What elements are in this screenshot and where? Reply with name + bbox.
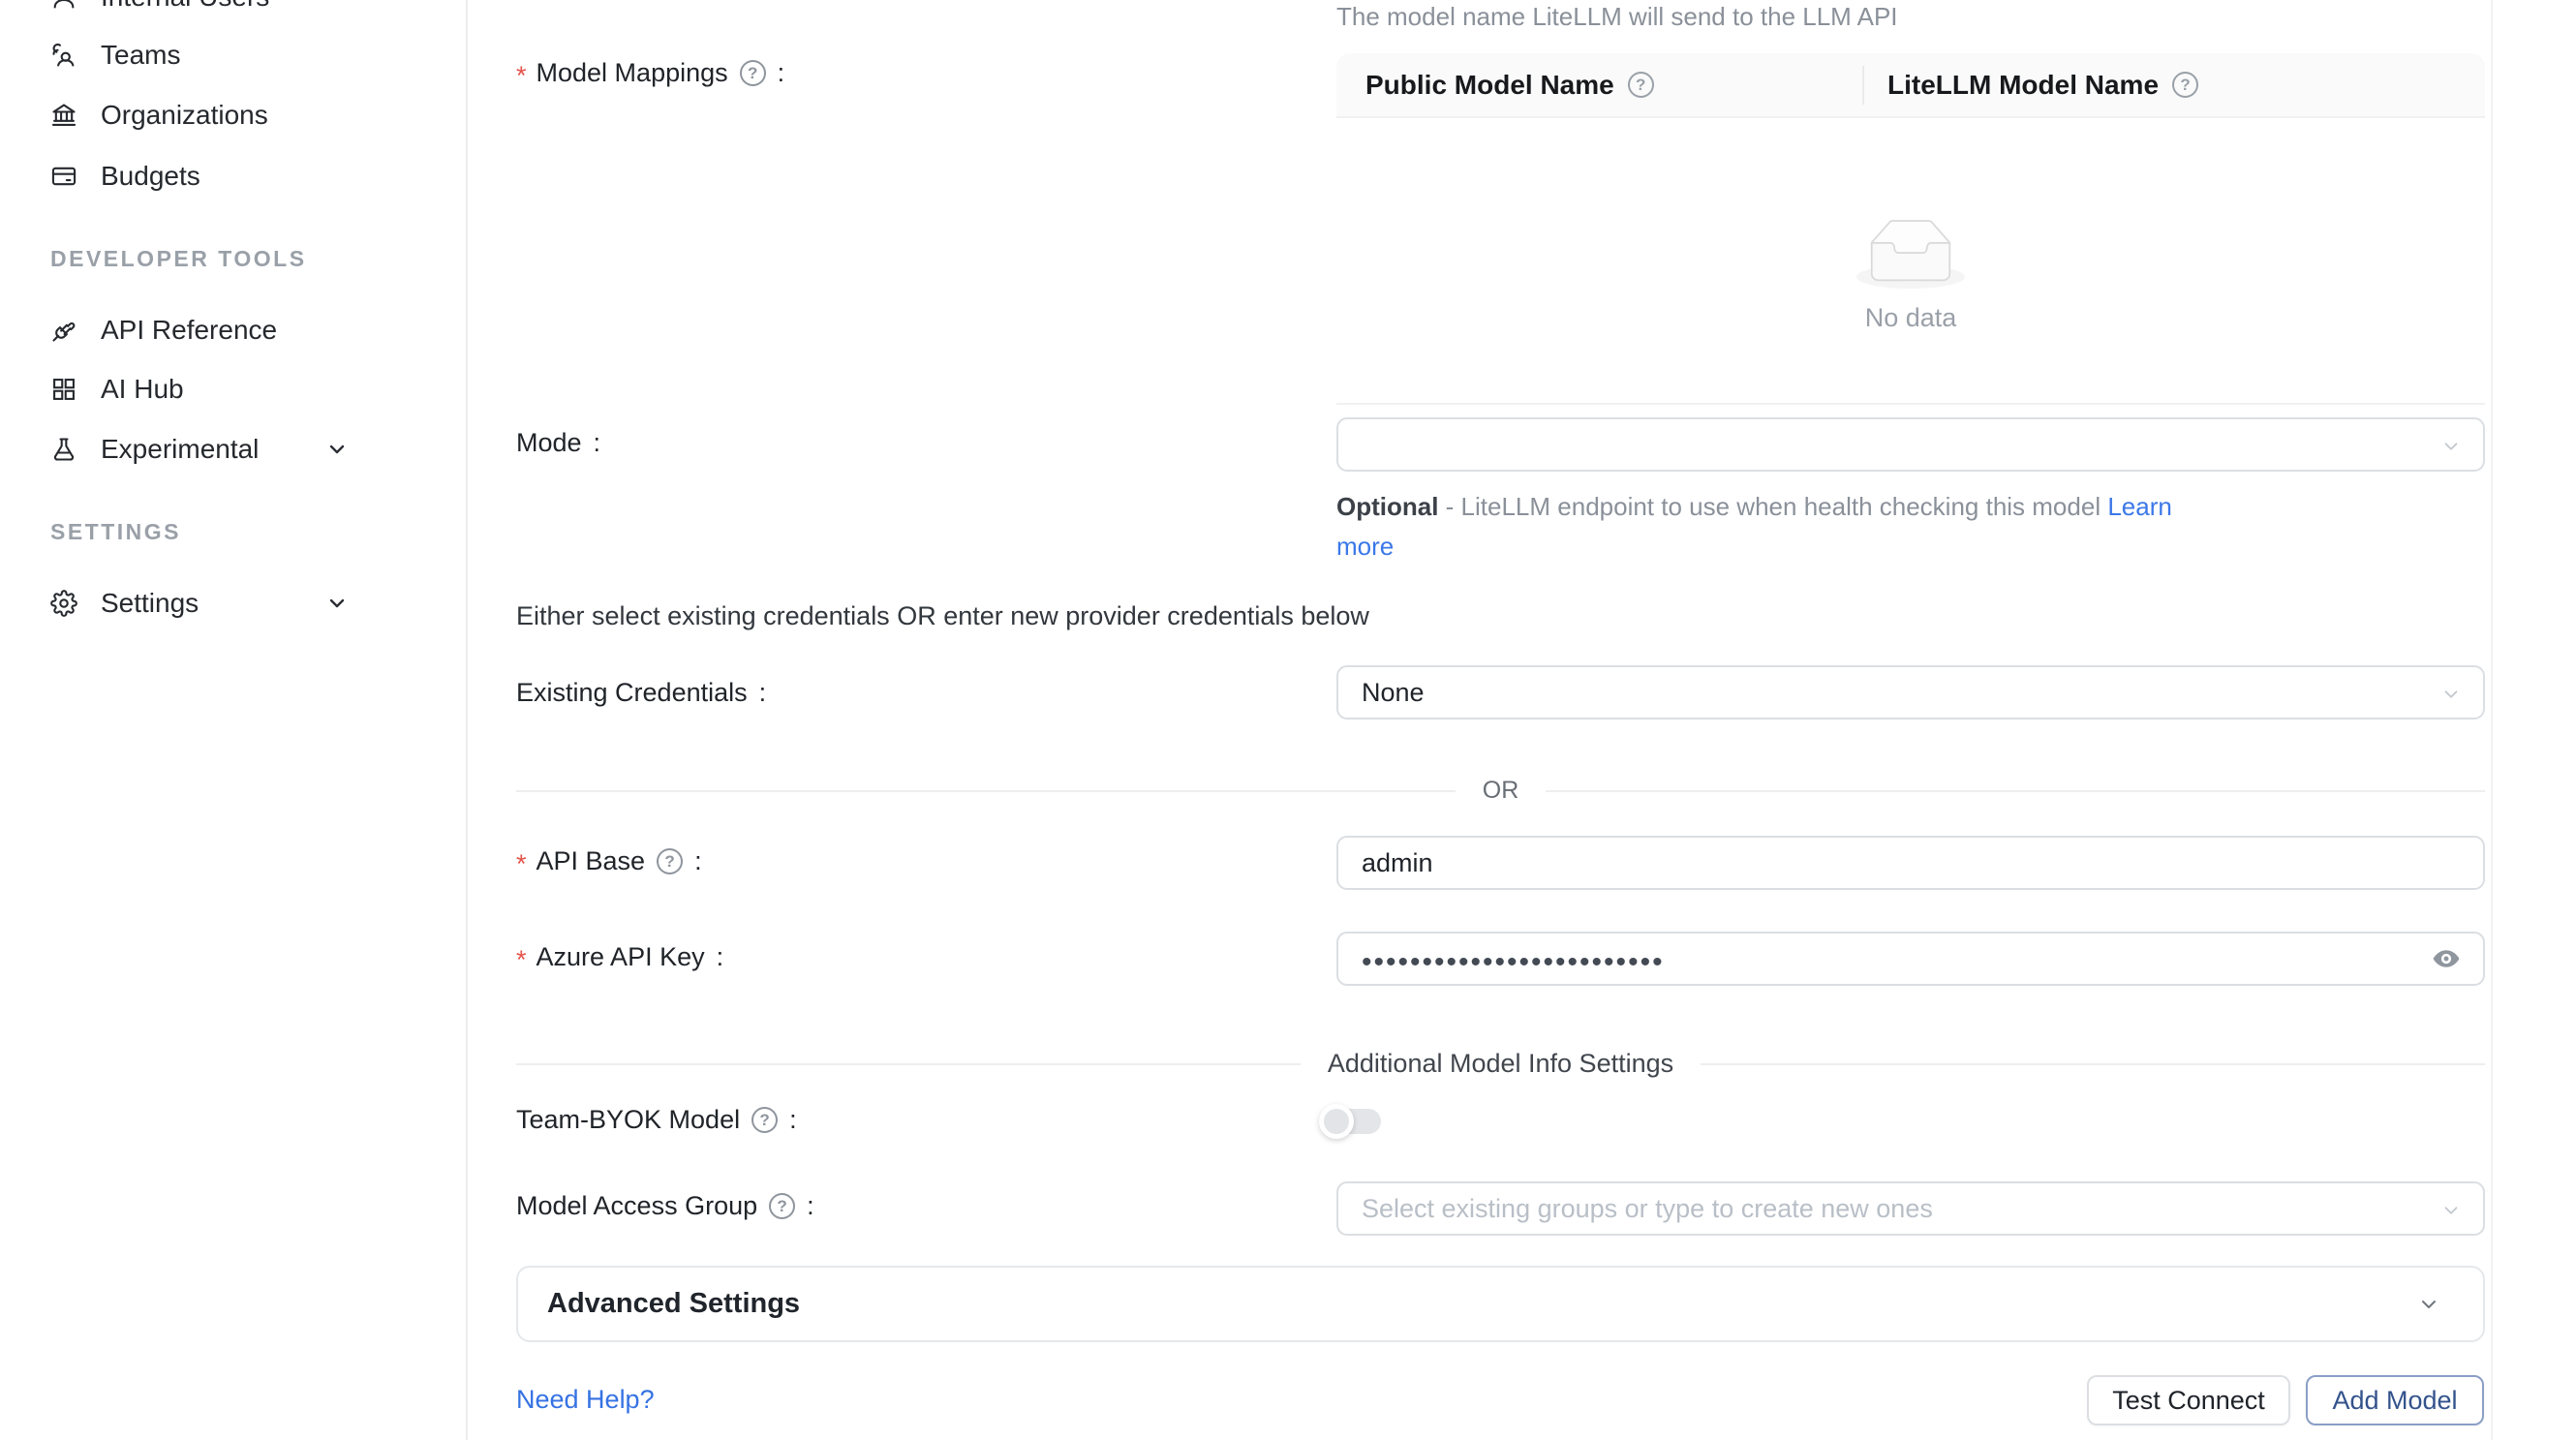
model-access-group-select[interactable]: Select existing groups or type to create… xyxy=(1336,1181,2485,1236)
table-header-row: Public Model Name ? LiteLLM Model Name ? xyxy=(1336,53,2485,118)
sidebar-section-settings: SETTINGS xyxy=(50,519,181,545)
sidebar-section-developer-tools: DEVELOPER TOOLS xyxy=(50,246,307,272)
empty-state-text: No data xyxy=(1336,303,2485,333)
empty-inbox-icon xyxy=(1856,218,1965,293)
required-asterisk: * xyxy=(516,61,527,91)
team-byok-label: Team-BYOK Model ? : xyxy=(516,1105,797,1135)
sidebar-item-api-reference[interactable]: API Reference xyxy=(0,303,466,357)
api-base-label: * API Base ? : xyxy=(516,846,702,876)
flask-icon xyxy=(50,436,77,463)
help-icon[interactable]: ? xyxy=(1628,72,1654,98)
add-model-form: The model name LiteLLM will send to the … xyxy=(468,0,2576,1440)
test-connect-button[interactable]: Test Connect xyxy=(2087,1375,2290,1425)
mode-helper-text: Optional - LiteLLM endpoint to use when … xyxy=(1336,487,2179,567)
existing-credentials-select[interactable]: None xyxy=(1336,665,2485,720)
help-icon[interactable]: ? xyxy=(740,60,766,86)
plug-icon xyxy=(50,317,77,344)
sidebar-item-label: Organizations xyxy=(101,100,268,131)
help-icon[interactable]: ? xyxy=(657,848,683,874)
sidebar-item-label: Settings xyxy=(101,588,199,619)
user-icon xyxy=(50,0,77,11)
or-divider: OR xyxy=(516,777,2485,805)
toggle-knob xyxy=(1319,1104,1354,1139)
existing-credentials-label: Existing Credentials : xyxy=(516,678,766,708)
bank-icon xyxy=(50,102,77,129)
sidebar-item-internal-users[interactable]: Internal Users xyxy=(0,0,466,24)
chevron-down-icon xyxy=(2440,434,2462,455)
help-icon[interactable]: ? xyxy=(2172,72,2198,98)
sidebar-item-experimental[interactable]: Experimental xyxy=(0,422,466,476)
sidebar-item-settings[interactable]: Settings xyxy=(0,576,466,630)
sidebar-item-label: Experimental xyxy=(101,434,259,465)
column-header-public-model-name: Public Model Name ? xyxy=(1336,70,1862,101)
sidebar-item-label: API Reference xyxy=(101,315,277,346)
mode-label: Mode : xyxy=(516,428,600,458)
grid-icon xyxy=(50,376,77,403)
sidebar-item-label: AI Hub xyxy=(101,374,184,405)
credit-card-icon xyxy=(50,163,77,190)
sidebar-item-label: Budgets xyxy=(101,161,200,192)
additional-settings-divider: Additional Model Info Settings xyxy=(516,1049,2485,1079)
chevron-down-icon xyxy=(325,592,349,615)
chevron-down-icon xyxy=(325,438,349,461)
chevron-down-icon xyxy=(2417,1293,2440,1316)
api-base-input[interactable]: admin xyxy=(1336,836,2485,890)
model-access-group-label: Model Access Group ? : xyxy=(516,1191,814,1221)
chevron-down-icon xyxy=(2440,682,2462,703)
existing-credentials-value: None xyxy=(1362,678,1425,708)
sidebar-item-ai-hub[interactable]: AI Hub xyxy=(0,362,466,416)
sidebar-item-teams[interactable]: Teams xyxy=(0,28,466,82)
mode-select[interactable] xyxy=(1336,417,2485,472)
azure-api-key-label: * Azure API Key : xyxy=(516,942,723,972)
help-icon[interactable]: ? xyxy=(769,1193,795,1219)
table-empty-state: No data xyxy=(1336,171,2485,333)
model-access-group-placeholder: Select existing groups or type to create… xyxy=(1362,1194,1933,1224)
team-byok-toggle[interactable] xyxy=(1319,1104,1381,1139)
required-asterisk: * xyxy=(516,849,527,879)
advanced-settings-title: Advanced Settings xyxy=(547,1288,800,1320)
need-help-link[interactable]: Need Help? xyxy=(516,1385,655,1415)
eye-icon[interactable] xyxy=(2429,945,2464,972)
api-base-value: admin xyxy=(1362,848,1433,878)
masked-password-value: ••••••••••••••••••••••••• xyxy=(1362,946,1665,979)
column-header-litellm-model-name: LiteLLM Model Name ? xyxy=(1864,70,2198,101)
sidebar-item-budgets[interactable]: Budgets xyxy=(0,149,466,203)
add-model-button[interactable]: Add Model xyxy=(2306,1375,2484,1425)
teams-icon xyxy=(50,42,77,69)
content-right-edge xyxy=(2491,0,2493,1440)
azure-api-key-input[interactable]: ••••••••••••••••••••••••• xyxy=(1336,932,2485,986)
credentials-note: Either select existing credentials OR en… xyxy=(516,601,1369,631)
model-mappings-label: * Model Mappings ? : xyxy=(516,58,784,88)
advanced-settings-panel[interactable]: Advanced Settings xyxy=(516,1266,2485,1342)
model-name-helper-note: The model name LiteLLM will send to the … xyxy=(1336,2,1898,32)
sidebar-item-label: Teams xyxy=(101,40,180,71)
required-asterisk: * xyxy=(516,945,527,975)
model-mappings-table: Public Model Name ? LiteLLM Model Name ? xyxy=(1336,53,2485,405)
chevron-down-icon xyxy=(2440,1198,2462,1219)
gear-icon xyxy=(50,590,77,617)
sidebar-item-label: Internal Users xyxy=(101,0,269,13)
sidebar: Internal Users Teams Organizations Budge… xyxy=(0,0,468,1440)
sidebar-item-organizations[interactable]: Organizations xyxy=(0,88,466,142)
help-icon[interactable]: ? xyxy=(751,1107,778,1133)
